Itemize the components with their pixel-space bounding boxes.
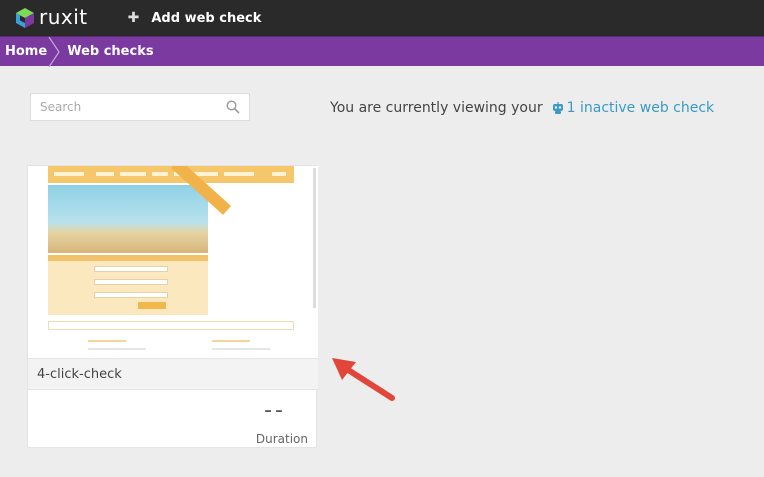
top-bar: ruxit ✚ Add web check	[0, 0, 764, 36]
breadcrumb-web-checks[interactable]: Web checks	[61, 37, 153, 67]
ruxit-logo[interactable]: ruxit	[14, 0, 88, 36]
plus-icon: ✚	[127, 10, 140, 26]
robot-icon	[552, 101, 563, 114]
web-check-thumbnail	[28, 166, 318, 358]
thumbnail-page-mock	[48, 166, 294, 358]
search-input[interactable]	[31, 100, 216, 114]
web-check-name-bar[interactable]: 4-click-check	[28, 358, 318, 390]
web-check-name: 4-click-check	[37, 366, 122, 382]
search-box	[30, 93, 250, 121]
viewing-message: You are currently viewing your 1 inactiv…	[330, 100, 714, 116]
thumbnail-button	[138, 302, 166, 309]
breadcrumb: Home Web checks	[0, 36, 764, 67]
breadcrumb-web-checks-label: Web checks	[67, 44, 154, 59]
thumbnail-form	[48, 255, 208, 315]
thumbnail-scrollbar	[313, 168, 316, 308]
brand-name: ruxit	[39, 4, 88, 29]
thumbnail-hero-image	[48, 185, 208, 253]
red-arrow-icon	[332, 358, 395, 401]
breadcrumb-home-label: Home	[5, 44, 48, 59]
add-web-check-label: Add web check	[151, 10, 262, 26]
inactive-web-check-link[interactable]: 1 inactive web check	[567, 100, 715, 116]
duration-value: --	[264, 398, 286, 423]
breadcrumb-separator-icon	[48, 36, 60, 67]
viewing-prefix: You are currently viewing your	[330, 100, 543, 116]
duration-label: Duration	[255, 432, 308, 446]
search-icon[interactable]	[226, 100, 240, 114]
add-web-check-button[interactable]: ✚ Add web check	[128, 0, 262, 36]
ruxit-cube-icon	[16, 8, 34, 28]
web-check-card[interactable]: 4-click-check -- Duration	[27, 165, 318, 448]
